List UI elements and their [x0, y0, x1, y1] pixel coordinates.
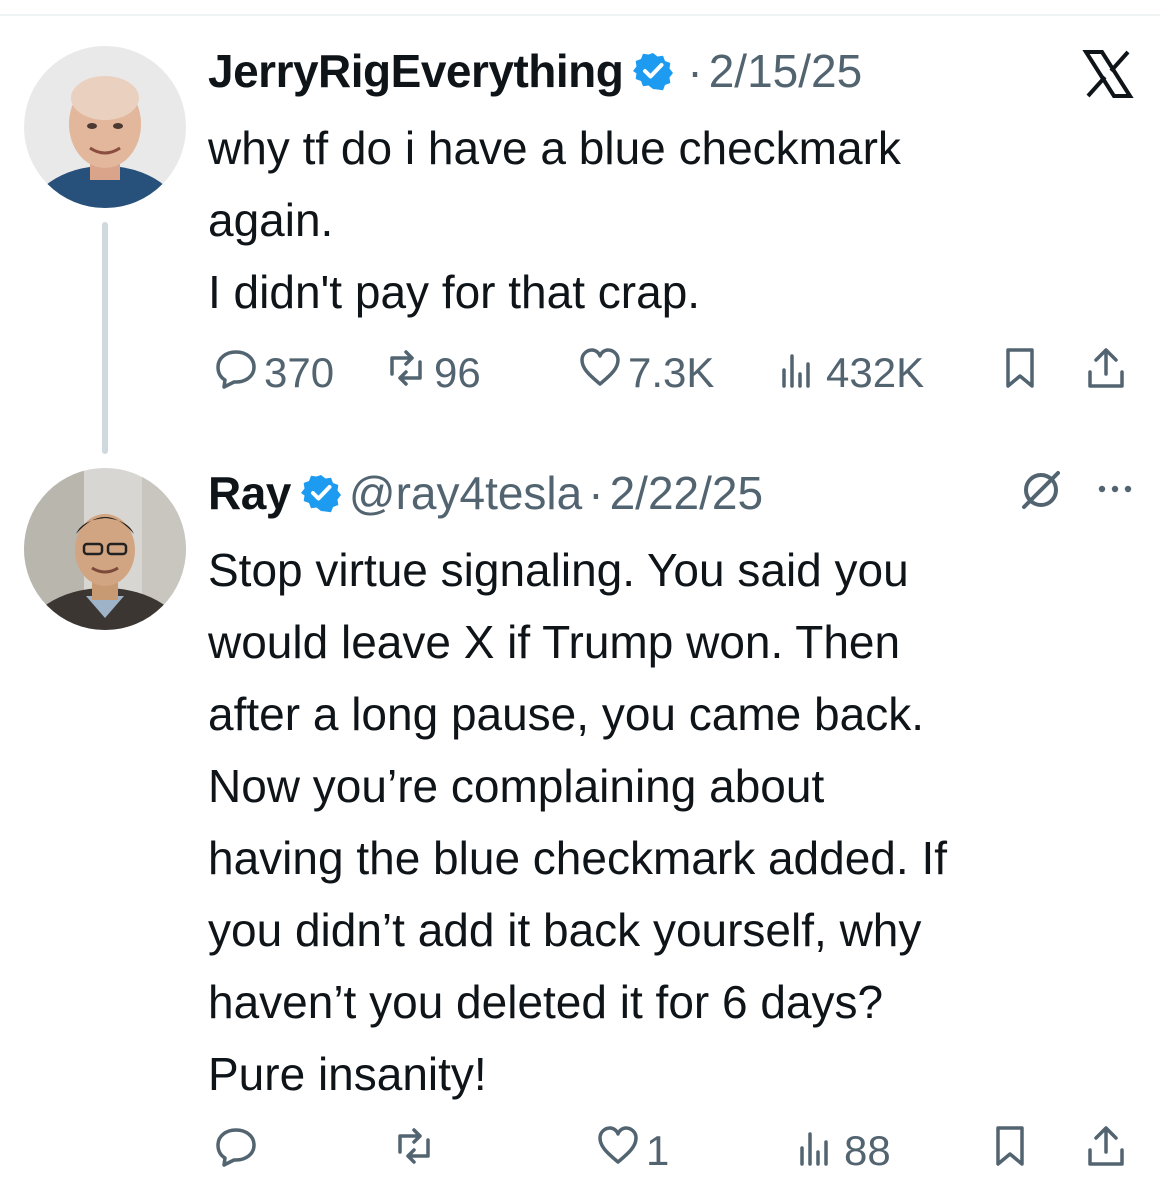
bookmark-button[interactable] [998, 346, 1042, 400]
views-button[interactable]: 432K [776, 346, 924, 400]
tweet-text-line: Stop virtue signaling. You said you [208, 544, 909, 596]
tweet-text-line: Now you’re complaining about [208, 760, 825, 812]
like-count: 1 [646, 1127, 670, 1174]
separator-dot: · [588, 467, 604, 519]
bookmark-button[interactable] [988, 1124, 1032, 1178]
tweet-text-line: I didn't pay for that crap. [208, 266, 701, 318]
avatar[interactable] [24, 468, 186, 630]
tweet-text-line: would leave X if Trump won. Then [208, 616, 901, 668]
more-icon[interactable] [1096, 482, 1134, 496]
like-button[interactable]: 1 [596, 1124, 669, 1178]
views-icon [776, 346, 820, 400]
like-icon [596, 1124, 640, 1178]
tweet-header: Ray @ray4tesla · 2/22/25 [208, 466, 763, 520]
avatar[interactable] [24, 46, 186, 208]
verified-badge-icon[interactable] [633, 51, 674, 91]
views-button[interactable]: 88 [794, 1124, 891, 1178]
tweet-text: Stop virtue signaling. You said you woul… [208, 534, 1138, 1110]
views-count: 88 [844, 1127, 891, 1174]
tweet-header: JerryRigEverything · 2/15/25 [208, 44, 862, 98]
x-logo-icon[interactable] [1082, 48, 1134, 100]
display-name[interactable]: Ray [208, 466, 291, 520]
grok-icon[interactable] [1018, 467, 1064, 513]
like-count: 7.3K [628, 349, 715, 396]
display-name[interactable]: JerryRigEverything [208, 44, 624, 98]
like-icon [578, 346, 622, 400]
tweet-jerryrig[interactable]: JerryRigEverything · 2/15/25 why tf do i… [0, 0, 1160, 420]
action-bar: 1 88 [208, 1124, 1138, 1184]
tweet-date[interactable]: 2/15/25 [709, 44, 862, 98]
repost-icon [392, 1124, 436, 1178]
reply-icon [214, 346, 258, 400]
repost-icon [384, 346, 428, 400]
tweet-text-line: after a long pause, you came back. [208, 688, 924, 740]
bookmark-icon [998, 346, 1042, 400]
tweet-text-line: you didn’t add it back yourself, why [208, 904, 922, 956]
views-count: 432K [826, 349, 925, 396]
repost-button[interactable]: 96 [384, 346, 481, 400]
share-icon [1084, 346, 1128, 400]
tweet-text-line: again. [208, 194, 334, 246]
tweet-text-line: Pure insanity! [208, 1048, 487, 1100]
separator-dot: · [687, 45, 703, 97]
reply-button[interactable]: 370 [214, 346, 334, 400]
like-button[interactable]: 7.3K [578, 346, 714, 400]
tweet-ray[interactable]: Ray @ray4tesla · 2/22/25 Stop virtue sig… [0, 440, 1160, 1200]
bookmark-icon [988, 1124, 1032, 1178]
verified-badge-icon[interactable] [300, 473, 341, 513]
tweet-date[interactable]: 2/22/25 [610, 466, 763, 520]
repost-button[interactable] [392, 1124, 442, 1178]
views-icon [794, 1124, 838, 1178]
share-button[interactable] [1084, 346, 1128, 400]
share-icon [1084, 1124, 1128, 1178]
repost-count: 96 [434, 349, 481, 396]
reply-count: 370 [264, 349, 335, 396]
tweet-text-line: haven’t you deleted it for 6 days? [208, 976, 884, 1028]
tweet-text-line: why tf do i have a blue checkmark [208, 122, 901, 174]
share-button[interactable] [1084, 1124, 1128, 1178]
reply-icon [214, 1124, 258, 1178]
reply-button[interactable] [214, 1124, 264, 1178]
tweet-text-line: having the blue checkmark added. If [208, 832, 948, 884]
action-bar: 370 96 7.3K 432K [208, 346, 1138, 406]
tweet-text: why tf do i have a blue checkmark again.… [208, 112, 1138, 328]
user-handle[interactable]: @ray4tesla [349, 466, 582, 520]
